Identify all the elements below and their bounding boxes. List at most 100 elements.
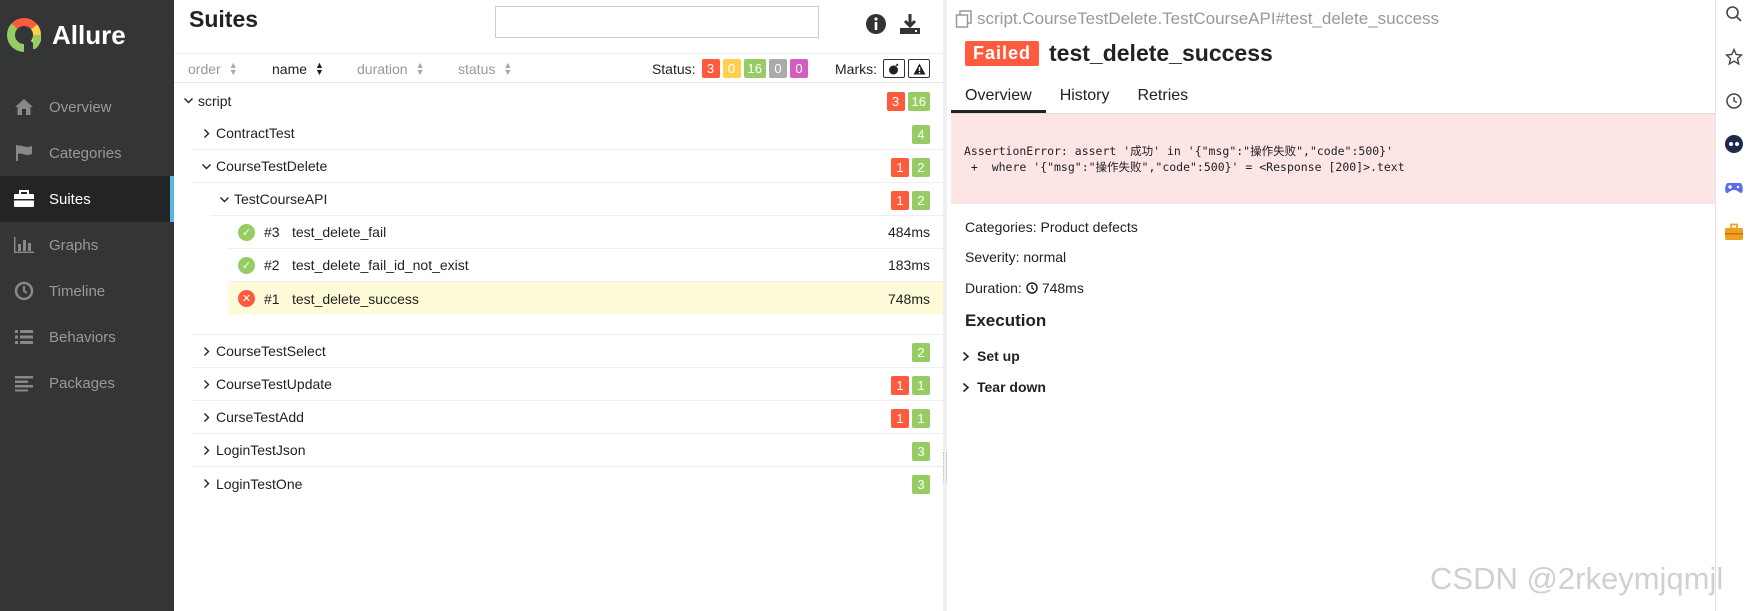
tree-node-label: script [198,92,232,109]
test-case-row[interactable]: ✓ #3 test_delete_fail 484ms [228,216,944,249]
sidebar-item-suites[interactable]: Suites [0,176,174,222]
test-duration: 183ms [887,257,930,273]
tree-node-logintestjson[interactable]: LoginTestJson 3 [192,434,944,467]
tree-node-testcourseapi[interactable]: TestCourseAPI 1 2 [210,183,944,216]
close-circle-icon: ✕ [238,290,255,307]
sidebar-item-behaviors[interactable]: Behaviors [0,314,174,360]
sort-status[interactable]: status ▲ ▼ [458,61,512,78]
test-number: #2 [264,257,280,273]
sidebar-item-label: Suites [49,190,91,208]
clock-icon [12,281,36,301]
status-failed-toggle[interactable]: 3 [701,59,720,78]
passed-count-badge: 3 [912,442,930,461]
sidebar-item-timeline[interactable]: Timeline [0,268,174,314]
download-icon[interactable] [898,12,922,36]
passed-count-badge: 4 [912,125,930,144]
tree-node-label: CourseTestUpdate [216,376,332,392]
tree-node-coursetestselect[interactable]: CourseTestSelect 2 [192,335,944,368]
tree-node-label: TestCourseAPI [234,191,328,207]
tab-overview[interactable]: Overview [951,80,1046,113]
star-icon[interactable] [1724,47,1744,67]
status-badge: Failed [965,41,1040,66]
watermark: CSDN @2rkeymjqmjl [1430,561,1724,596]
sidebar-item-overview[interactable]: Overview [0,84,174,130]
status-skipped-toggle[interactable]: 0 [769,59,787,78]
test-name: test_delete_fail [292,224,387,240]
severity-info: Severity: normal [965,249,1067,265]
app-logo[interactable]: Allure [6,15,126,55]
test-name-heading: test_delete_success [1049,40,1273,66]
sort-name-label: name [272,61,308,77]
browser-side-toolbar [1715,0,1750,611]
setup-section[interactable]: Set up [961,348,1020,364]
passed-count-badge: 16 [907,92,930,111]
categories-info: Categories: Product defects [965,219,1138,235]
toolbox-icon[interactable] [1724,222,1744,242]
sidebar-nav: Overview Categories Suites Graphs Timeli… [0,84,174,406]
suite-tree: script 3 16 ContractTest 4 CourseTestDel… [174,84,944,500]
tree-spacer [192,315,944,335]
sidebar-item-packages[interactable]: Packages [0,360,174,406]
test-case-row[interactable]: ✓ #2 test_delete_fail_id_not_exist 183ms [228,249,944,282]
failed-count-badge: 1 [891,158,909,177]
marks-label: Marks: [835,60,877,77]
tree-node-script[interactable]: script 3 16 [174,84,944,117]
chevron-down-icon [200,160,212,172]
chevron-right-icon [200,411,212,423]
test-title: Failed test_delete_success [965,40,1273,67]
tree-node-contracttest[interactable]: ContractTest 4 [192,117,944,150]
failed-count-badge: 3 [886,92,905,111]
tree-node-coursetestdelete[interactable]: CourseTestDelete 1 2 [192,150,944,183]
tree-node-cursetestadd[interactable]: CurseTestAdd 1 1 [192,401,944,434]
search-input[interactable] [495,6,819,38]
app-name: Allure [52,19,126,50]
status-unknown-toggle[interactable]: 0 [790,59,808,78]
bot-icon[interactable] [1724,134,1744,154]
status-broken-toggle[interactable]: 0 [722,59,741,78]
chevron-right-icon [200,378,212,390]
suites-panel: Suites order ▲ ▼ name ▲ ▼ duration ▲ ▼ stat… [174,0,944,611]
failed-count-badge: 1 [891,409,909,428]
sort-name[interactable]: name ▲ ▼ [272,60,324,78]
chevron-down-icon [218,193,230,205]
status-passed-toggle[interactable]: 16 [743,59,766,78]
passed-count-badge: 1 [912,376,930,395]
tree-node-label: CourseTestDelete [216,158,328,174]
passed-count-badge: 1 [912,409,930,428]
test-path-text: script.CourseTestDelete.TestCourseAPI#te… [977,9,1440,28]
teardown-section[interactable]: Tear down [961,379,1046,395]
sidebar-item-categories[interactable]: Categories [0,130,174,176]
tab-history[interactable]: History [1046,80,1124,113]
gamepad-icon[interactable] [1724,178,1744,198]
sort-arrows-icon: ▲ ▼ [315,60,324,77]
copy-icon[interactable] [955,10,973,28]
test-case-row-selected[interactable]: ✕ #1 test_delete_success 748ms [228,282,944,315]
tab-retries[interactable]: Retries [1123,80,1202,113]
tree-node-coursetestupdate[interactable]: CourseTestUpdate 1 1 [192,368,944,401]
sort-order[interactable]: order ▲ ▼ [188,60,238,78]
test-number: #3 [264,224,280,240]
new-failed-mark-toggle[interactable] [908,59,930,78]
passed-count-badge: 2 [912,343,930,362]
info-icon[interactable] [864,12,888,36]
align-left-icon [12,373,36,393]
tree-node-logintestone[interactable]: LoginTestOne 3 [192,467,944,500]
sort-arrows-icon: ▲ ▼ [415,60,425,77]
status-filter: Status: 3 0 16 0 0 [652,59,808,78]
sidebar-item-label: Behaviors [49,328,116,346]
chevron-right-icon [200,127,212,139]
search-icon[interactable] [1724,4,1744,24]
sort-status-label: status [458,61,496,77]
error-line: AssertionError: assert '成功' in '{"msg":"… [964,144,1394,158]
detail-tabs: Overview History Retries [951,80,1715,114]
flaky-mark-toggle[interactable] [883,59,905,78]
check-circle-icon: ✓ [238,256,255,274]
history-icon[interactable] [1724,91,1744,111]
sort-duration[interactable]: duration ▲ ▼ [357,60,425,78]
sidebar-item-graphs[interactable]: Graphs [0,222,174,268]
tree-node-label: CourseTestSelect [216,343,326,359]
error-message: AssertionError: assert '成功' in '{"msg":"… [951,114,1715,204]
sort-arrows-icon: ▲ ▼ [228,60,238,77]
chevron-right-icon [200,345,212,357]
sort-order-label: order [188,61,221,77]
